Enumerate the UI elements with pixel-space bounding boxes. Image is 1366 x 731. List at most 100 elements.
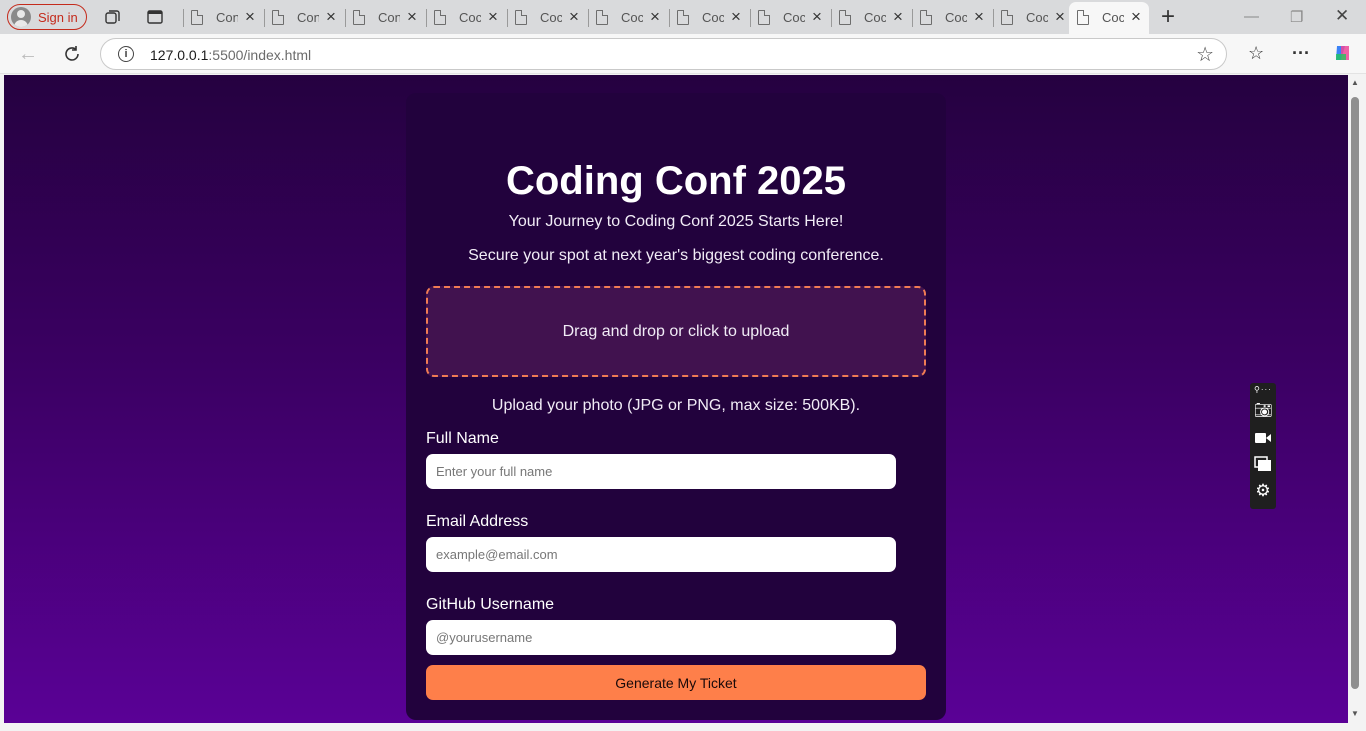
scroll-down-icon[interactable]: ▼ (1351, 709, 1359, 718)
favorites-icon[interactable]: ☆ (1248, 43, 1264, 64)
profile-avatar-icon (11, 7, 31, 27)
tab-actions-icon[interactable] (146, 8, 164, 26)
tab-separator (588, 9, 589, 27)
page-document-icon (272, 10, 284, 25)
tab-separator (750, 9, 751, 27)
back-arrow-icon[interactable]: ← (17, 43, 39, 65)
browser-toolbar: ← i 127.0.0.1:5500/index.html ☆ ☆ ··· (0, 34, 1366, 74)
browser-tab-active[interactable]: Coc × (1069, 2, 1149, 34)
upload-hint: Upload your photo (JPG or PNG, max size:… (491, 397, 861, 414)
workspaces-icon[interactable] (104, 8, 122, 26)
close-tab-icon[interactable]: × (974, 7, 984, 27)
dropzone-text: Drag and drop or click to upload (562, 322, 790, 340)
tab-strip: Sign in Con × Con × Con × Coc × Coc × Coc × Coc × Coc ×… (0, 0, 1366, 34)
browser-tab[interactable]: Coc × (426, 6, 506, 30)
tab-title: Coc (783, 10, 805, 25)
video-camera-icon[interactable] (1254, 430, 1272, 446)
browser-tab[interactable]: Con × (183, 6, 263, 30)
site-info-icon[interactable]: i (118, 46, 134, 62)
url-host: 127.0.0.1 (150, 47, 209, 63)
browser-tab[interactable]: Coc × (993, 6, 1073, 30)
tab-separator (669, 9, 670, 27)
refresh-icon[interactable] (61, 43, 83, 65)
url-text: 127.0.0.1:5500/index.html (150, 47, 311, 63)
tab-separator (912, 9, 913, 27)
close-window-button[interactable]: ✕ (1335, 6, 1349, 26)
close-tab-icon[interactable]: × (1131, 7, 1141, 27)
page-document-icon (1077, 10, 1089, 25)
sign-in-button[interactable]: Sign in (7, 4, 87, 30)
tab-separator (426, 9, 427, 27)
page-description: Secure your spot at next year's biggest … (468, 247, 884, 264)
restore-button[interactable]: ❐ (1290, 8, 1303, 26)
close-tab-icon[interactable]: × (245, 7, 255, 27)
browser-tab[interactable]: Coc × (912, 6, 992, 30)
camera-icon[interactable]: 📷︎ (1254, 403, 1273, 419)
page-viewport: Coding Conf 2025 Your Journey to Coding … (4, 75, 1348, 723)
tab-title: Coc (945, 10, 967, 25)
tab-separator (183, 9, 184, 27)
page-scrollbar[interactable]: ▲ ▼ (1348, 75, 1362, 723)
page-title: Coding Conf 2025 (505, 159, 847, 203)
github-input[interactable] (426, 620, 896, 655)
page-document-icon (596, 10, 608, 25)
close-tab-icon[interactable]: × (326, 7, 336, 27)
tab-separator (831, 9, 832, 27)
browser-tab[interactable]: Coc × (831, 6, 911, 30)
close-tab-icon[interactable]: × (407, 7, 417, 27)
page-document-icon (353, 10, 365, 25)
tab-title: Con (378, 10, 400, 25)
scrollbar-thumb[interactable] (1351, 97, 1359, 689)
capture-toolbar-menu-icon[interactable]: ⚲··· (1254, 385, 1272, 394)
sign-in-label: Sign in (38, 9, 78, 25)
close-tab-icon[interactable]: × (488, 7, 498, 27)
window-capture-icon[interactable] (1254, 456, 1272, 472)
page-document-icon (677, 10, 689, 25)
close-tab-icon[interactable]: × (1055, 7, 1065, 27)
ticket-form-card: Coding Conf 2025 Your Journey to Coding … (406, 93, 946, 720)
tab-title: Coc (1102, 10, 1124, 25)
address-bar[interactable]: i 127.0.0.1:5500/index.html ☆ (100, 38, 1227, 70)
browser-tab[interactable]: Coc × (588, 6, 668, 30)
full-name-input[interactable] (426, 454, 896, 489)
email-label: Email Address (426, 513, 529, 530)
window-bottom-edge (0, 723, 1366, 731)
minimize-button[interactable]: — (1244, 8, 1259, 25)
page-document-icon (839, 10, 851, 25)
close-tab-icon[interactable]: × (650, 7, 660, 27)
capture-toolbar: ⚲··· 📷︎ ⚙ (1250, 383, 1276, 509)
copilot-icon[interactable] (1332, 42, 1354, 64)
close-tab-icon[interactable]: × (893, 7, 903, 27)
tab-title: Con (216, 10, 238, 25)
tab-title: Coc (1026, 10, 1048, 25)
tab-title: Coc (621, 10, 643, 25)
tab-title: Coc (540, 10, 562, 25)
tab-title: Coc (864, 10, 886, 25)
close-tab-icon[interactable]: × (731, 7, 741, 27)
browser-tab[interactable]: Con × (264, 6, 344, 30)
browser-tab[interactable]: Coc × (669, 6, 749, 30)
page-document-icon (434, 10, 446, 25)
close-tab-icon[interactable]: × (569, 7, 579, 27)
favorite-star-icon[interactable]: ☆ (1196, 42, 1214, 67)
github-label: GitHub Username (426, 596, 555, 613)
email-input[interactable] (426, 537, 896, 572)
new-tab-button[interactable]: + (1161, 3, 1175, 31)
url-path: :5500/index.html (208, 47, 312, 63)
photo-dropzone[interactable]: Drag and drop or click to upload (426, 286, 926, 377)
page-document-icon (758, 10, 770, 25)
tab-title: Con (297, 10, 319, 25)
page-document-icon (191, 10, 203, 25)
page-subtitle: Your Journey to Coding Conf 2025 Starts … (508, 213, 844, 230)
more-menu-icon[interactable]: ··· (1292, 43, 1310, 64)
browser-tab[interactable]: Con × (345, 6, 425, 30)
settings-gear-icon[interactable]: ⚙ (1254, 482, 1272, 499)
browser-tab[interactable]: Coc × (750, 6, 830, 30)
tab-separator (993, 9, 994, 27)
generate-ticket-button[interactable]: Generate My Ticket (426, 665, 926, 700)
full-name-label: Full Name (426, 430, 499, 447)
tab-separator (264, 9, 265, 27)
close-tab-icon[interactable]: × (812, 7, 822, 27)
scroll-up-icon[interactable]: ▲ (1351, 78, 1359, 87)
browser-tab[interactable]: Coc × (507, 6, 587, 30)
